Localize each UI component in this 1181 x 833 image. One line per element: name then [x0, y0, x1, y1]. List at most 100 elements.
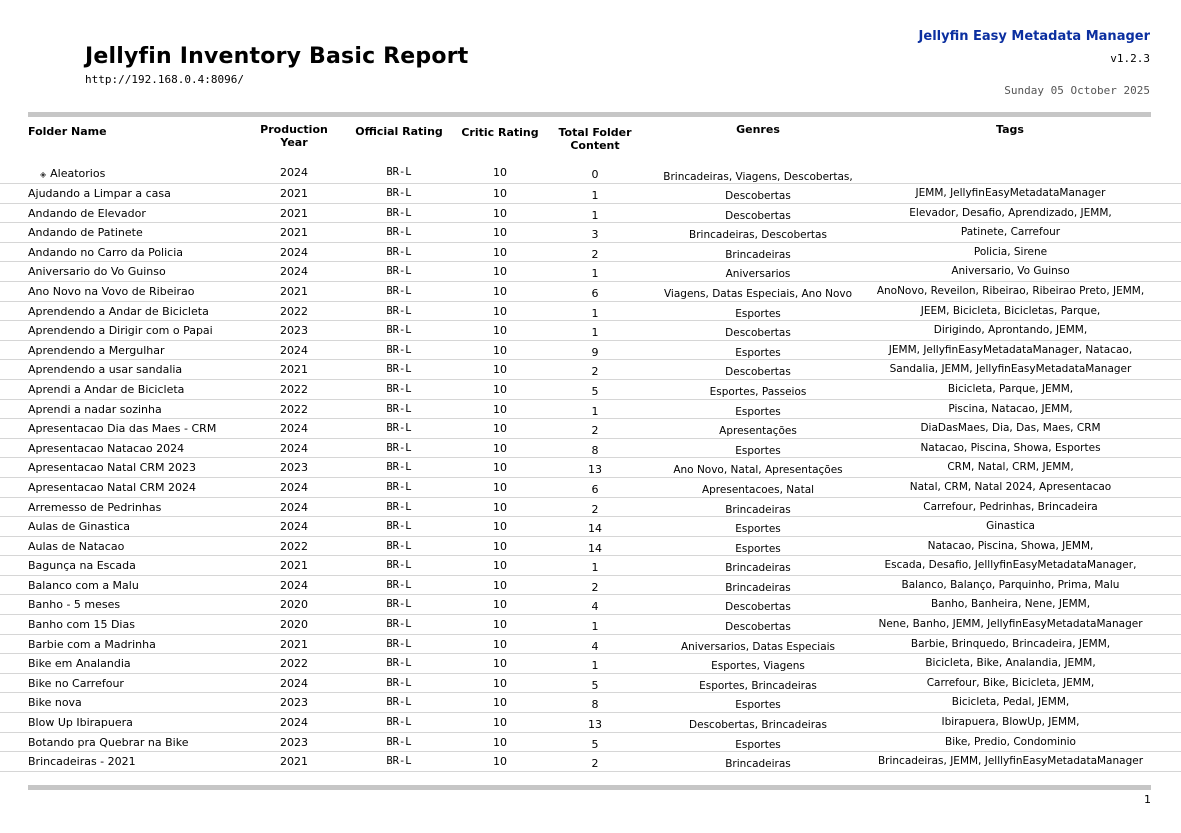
critic-rating-cell: 10 [493, 676, 507, 690]
production-year-cell: 2021 [280, 226, 308, 240]
tags-cell: Dirigindo, Aprontando, JEMM, [933, 324, 1088, 337]
folder-name-cell: Bike nova [28, 696, 82, 710]
table-row: Apresentacao Natal CRM 2024 2024 BR-L 10 6 Ap… [0, 478, 1181, 498]
tags-cell: Elevador, Desafio, Aprendizado, JEMM, [909, 206, 1112, 219]
production-year-cell: 2021 [280, 284, 308, 298]
total-content-cell: 2 [591, 365, 599, 379]
genres-cell: Descobertas [725, 190, 791, 202]
genres-cell: Brincadeiras [725, 562, 791, 575]
genres-cell: Viagens, Datas Especiais, Ano Novo [663, 287, 853, 300]
table-row: Brincadeiras - 2021 2021 BR-L 10 2 Brincadeir… [0, 752, 1181, 772]
table-row: Andando de Patinete 2021 BR-L 10 3 Brincadeir… [0, 223, 1181, 243]
official-rating-cell: BR-L [386, 363, 412, 376]
total-content-cell: 3 [591, 228, 599, 242]
production-year-cell: 2021 [280, 559, 308, 573]
table-row: Botando pra Quebrar na Bike 2023 BR-L 10 5 Es… [0, 733, 1181, 753]
production-year-cell: 2023 [280, 735, 308, 749]
official-rating-cell: BR-L [386, 500, 412, 513]
critic-rating-cell: 10 [493, 324, 507, 338]
genres-cell: Brincadeiras [725, 758, 791, 771]
official-rating-cell: BR-L [386, 598, 412, 611]
genres-cell: Brincadeiras [725, 248, 791, 261]
table-row: Andando no Carro da Policia 2024 BR-L 10 2 Br… [0, 243, 1181, 263]
production-year-cell: 2020 [280, 598, 308, 612]
total-content-cell: 1 [591, 189, 599, 202]
genres-cell: Descobertas, Brincadeiras [689, 719, 827, 732]
table-row: Ajudando a Limpar a casa 2021 BR-L 10 1 Desco… [0, 184, 1181, 204]
critic-rating-cell: 10 [493, 520, 507, 534]
production-year-cell: 2022 [280, 402, 308, 416]
table-row: Andando de Elevador 2021 BR-L 10 1 Descoberta… [0, 204, 1181, 224]
total-content-cell: 1 [591, 659, 599, 673]
critic-rating-cell: 10 [493, 422, 507, 436]
genres-cell: Brincadeiras, Descobertas [689, 229, 827, 242]
total-content-cell: 9 [591, 345, 599, 359]
folder-name-cell: Ano Novo na Vovo de Ribeirao [28, 284, 195, 298]
production-year-cell: 2024 [280, 500, 308, 514]
production-year-cell: 2024 [280, 676, 308, 690]
total-content-cell: 1 [591, 267, 599, 281]
tags-cell: Balanco, Balanço, Parquinho, Prima, Malu [901, 578, 1120, 591]
official-rating-cell: BR-L [386, 304, 412, 317]
critic-rating-cell: 10 [493, 578, 507, 592]
table-row: Arremesso de Pedrinhas 2024 BR-L 10 2 Brincad… [0, 498, 1181, 518]
table-row: Ano Novo na Vovo de Ribeirao 2021 BR-L 10 6 V… [0, 282, 1181, 302]
tags-cell: Bicicleta, Parque, JEMM, [947, 382, 1074, 395]
critic-rating-cell: 10 [493, 265, 507, 279]
critic-rating-cell: 10 [493, 500, 507, 514]
page-number: 1 [1144, 793, 1151, 806]
total-content-cell: 14 [588, 541, 602, 555]
critic-rating-cell: 10 [493, 696, 507, 710]
tags-cell: Carrefour, Pedrinhas, Brincadeira [923, 500, 1098, 513]
genres-cell: Apresentações [719, 425, 797, 438]
tags-cell: Bicicleta, Bike, Analandia, JEMM, [925, 657, 1096, 670]
critic-rating-cell: 10 [493, 363, 507, 377]
production-year-cell: 2021 [280, 187, 308, 200]
production-year-cell: 2024 [280, 480, 308, 494]
table-row: Aprendi a Andar de Bicicleta 2022 BR-L 10 5 E… [0, 380, 1181, 400]
genres-cell: Brincadeiras, Viagens, Descobertas, [663, 171, 853, 183]
official-rating-cell: BR-L [386, 324, 412, 337]
tags-cell: Sandalia, JEMM, JellyfinEasyMetadataMana… [889, 363, 1132, 376]
official-rating-cell: BR-L [386, 716, 412, 729]
folder-name-cell: ◈ Aleatorios [40, 167, 105, 180]
table-row: Blow Up Ibirapuera 2024 BR-L 10 13 Descoberta… [0, 713, 1181, 733]
total-content-cell: 6 [591, 482, 599, 496]
genres-cell: Brincadeiras [725, 503, 791, 516]
table-row: Aprendendo a Andar de Bicicleta 2022 BR-L 1… [0, 302, 1181, 322]
table-row: Aprendendo a usar sandalia 2021 BR-L 10 2 Des… [0, 360, 1181, 380]
table-row: Apresentacao Natacao 2024 2024 BR-L 10 8 Espo… [0, 439, 1181, 459]
total-content-cell: 4 [591, 639, 599, 653]
folder-name-text: Aleatorios [50, 167, 106, 180]
total-content-cell: 1 [591, 561, 599, 575]
production-year-cell: 2024 [280, 422, 308, 436]
table-row: Barbie com a Madrinha 2021 BR-L 10 4 Aniversa… [0, 635, 1181, 655]
genres-cell: Esportes [735, 738, 781, 751]
critic-rating-cell: 10 [493, 716, 507, 730]
genres-cell: Ano Novo, Natal, Apresentações [673, 464, 843, 477]
col-total-content: Total Folder Content [550, 126, 640, 152]
folder-name-cell: Aulas de Natacao [28, 539, 125, 553]
production-year-cell: 2024 [280, 520, 308, 534]
total-content-cell: 13 [588, 718, 602, 732]
official-rating-cell: BR-L [386, 735, 412, 748]
critic-rating-cell: 10 [493, 343, 507, 357]
genres-cell: Descobertas [725, 327, 791, 340]
genres-cell: Descobertas [725, 366, 791, 379]
report-title: Jellyfin Inventory Basic Report [85, 44, 469, 69]
official-rating-cell: BR-L [386, 657, 412, 670]
table-row: Banho com 15 Dias 2020 BR-L 10 1 Descobertas N… [0, 615, 1181, 635]
total-content-cell: 8 [591, 443, 599, 457]
genres-cell: Esportes, Brincadeiras [699, 679, 817, 692]
folder-name-cell: Apresentacao Natacao 2024 [28, 441, 185, 455]
critic-rating-cell: 10 [493, 461, 507, 475]
col-production-year-line1: Production [260, 123, 328, 136]
tags-cell: Brincadeiras, JEMM, JelllyfinEasyMetadat… [877, 755, 1144, 768]
critic-rating-cell: 10 [493, 618, 507, 632]
folder-name-cell: Botando pra Quebrar na Bike [28, 735, 189, 749]
folder-expand-icon: ◈ [40, 170, 47, 179]
tags-cell: Bicicleta, Pedal, JEMM, [951, 696, 1070, 709]
folder-name-cell: Bagunça na Escada [28, 559, 136, 573]
genres-cell: Esportes [735, 444, 781, 457]
genres-cell: Descobertas [725, 209, 791, 222]
